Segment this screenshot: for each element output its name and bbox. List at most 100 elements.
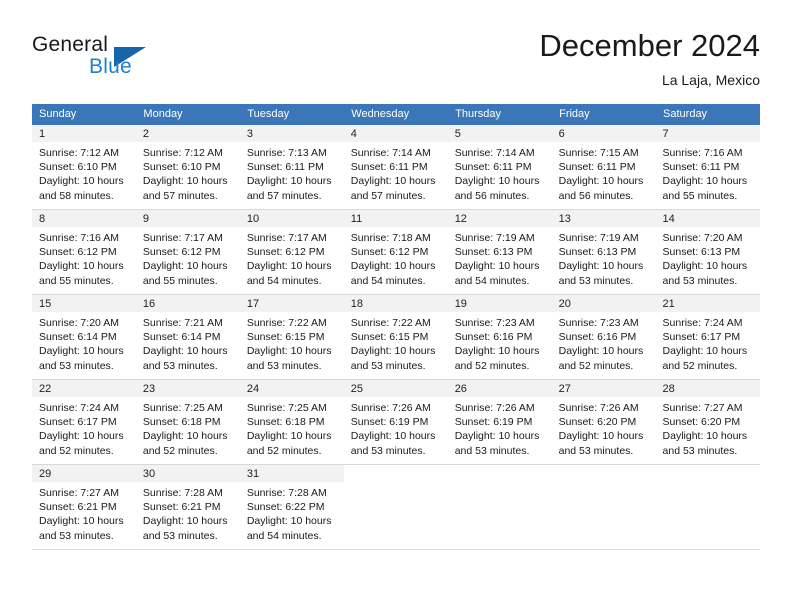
day-cell[interactable]: 25 Sunrise: 7:26 AM Sunset: 6:19 PM Dayligh… <box>343 379 448 465</box>
sunrise-text: Sunrise: 7:25 AM <box>246 402 327 414</box>
day-cell[interactable]: 26 Sunrise: 7:26 AM Sunset: 6:19 PM Dayligh… <box>447 379 552 465</box>
sunset-text: Sunset: 6:13 PM <box>558 246 637 259</box>
sunrise-text: Sunrise: 7:19 AM <box>454 232 535 244</box>
daylight-text-line1: Daylight: 10 hours <box>246 430 332 443</box>
daylight-text-line2: and 52 minutes. <box>662 359 738 372</box>
day-cell[interactable]: 7 Sunrise: 7:16 AM Sunset: 6:11 PM Daylight… <box>655 125 760 210</box>
day-cell[interactable]: 14 Sunrise: 7:20 AM Sunset: 6:13 PM Dayligh… <box>655 209 760 295</box>
day-cell[interactable]: 4 Sunrise: 7:14 AM Sunset: 6:11 PM Daylight… <box>343 125 448 210</box>
daylight-text-line2: and 53 minutes. <box>246 359 322 372</box>
daylight-text-line2: and 53 minutes. <box>454 444 530 457</box>
daylight-text-line1: Daylight: 10 hours <box>558 260 644 273</box>
day-number <box>655 465 760 482</box>
day-cell[interactable]: 9 Sunrise: 7:17 AM Sunset: 6:12 PM Daylight… <box>135 209 240 295</box>
day-cell-empty <box>343 464 448 550</box>
daylight-text-line1: Daylight: 10 hours <box>39 260 124 273</box>
day-cell[interactable]: 10 Sunrise: 7:17 AM Sunset: 6:12 PM Dayligh… <box>239 209 344 295</box>
daylight-text-line1: Daylight: 10 hours <box>454 430 540 443</box>
day-number: 18 <box>343 295 448 312</box>
weekday-header-tuesday: Tuesday <box>239 104 345 125</box>
day-cell[interactable]: 22 Sunrise: 7:24 AM Sunset: 6:17 PM Dayligh… <box>32 379 136 465</box>
day-number: 30 <box>135 465 240 482</box>
sunset-text: Sunset: 6:15 PM <box>350 331 429 344</box>
sunset-text: Sunset: 6:10 PM <box>142 161 221 174</box>
day-cell[interactable]: 27 Sunrise: 7:26 AM Sunset: 6:20 PM Dayligh… <box>551 379 656 465</box>
day-cell-empty <box>655 464 760 550</box>
weekday-header-monday: Monday <box>135 104 241 125</box>
daylight-text-line2: and 53 minutes. <box>39 529 114 542</box>
sunset-text: Sunset: 6:17 PM <box>39 416 117 429</box>
day-cell[interactable]: 2 Sunrise: 7:12 AM Sunset: 6:10 PM Daylight… <box>135 125 240 210</box>
day-number: 7 <box>655 125 760 142</box>
sunset-text: Sunset: 6:11 PM <box>246 161 324 174</box>
daylight-text-line1: Daylight: 10 hours <box>350 175 436 188</box>
sunset-text: Sunset: 6:21 PM <box>39 501 117 514</box>
daylight-text-line1: Daylight: 10 hours <box>350 260 436 273</box>
day-cell[interactable]: 19 Sunrise: 7:23 AM Sunset: 6:16 PM Dayligh… <box>447 294 552 380</box>
brand-logo[interactable]: General Blue <box>32 33 232 93</box>
day-cell[interactable]: 20 Sunrise: 7:23 AM Sunset: 6:16 PM Dayligh… <box>551 294 656 380</box>
day-cell[interactable]: 1 Sunrise: 7:12 AM Sunset: 6:10 PM Daylight… <box>32 125 136 210</box>
day-cell[interactable]: 13 Sunrise: 7:19 AM Sunset: 6:13 PM Dayligh… <box>551 209 656 295</box>
daylight-text-line2: and 55 minutes. <box>662 189 738 202</box>
daylight-text-line1: Daylight: 10 hours <box>662 345 748 358</box>
sunrise-text: Sunrise: 7:24 AM <box>39 402 119 414</box>
sunset-text: Sunset: 6:19 PM <box>350 416 429 429</box>
day-cell[interactable]: 24 Sunrise: 7:25 AM Sunset: 6:18 PM Dayligh… <box>239 379 344 465</box>
day-cell[interactable]: 8 Sunrise: 7:16 AM Sunset: 6:12 PM Daylight… <box>32 209 136 295</box>
daylight-text-line1: Daylight: 10 hours <box>246 515 332 528</box>
day-cell[interactable]: 28 Sunrise: 7:27 AM Sunset: 6:20 PM Dayligh… <box>655 379 760 465</box>
daylight-text-line1: Daylight: 10 hours <box>662 260 748 273</box>
day-cell[interactable]: 12 Sunrise: 7:19 AM Sunset: 6:13 PM Dayligh… <box>447 209 552 295</box>
weekday-header-friday: Friday <box>551 104 657 125</box>
sunrise-text: Sunrise: 7:12 AM <box>142 147 223 159</box>
sunrise-text: Sunrise: 7:13 AM <box>246 147 327 159</box>
day-cell[interactable]: 18 Sunrise: 7:22 AM Sunset: 6:15 PM Dayligh… <box>343 294 448 380</box>
sunrise-text: Sunrise: 7:15 AM <box>558 147 639 159</box>
day-cell[interactable]: 17 Sunrise: 7:22 AM Sunset: 6:15 PM Dayligh… <box>239 294 344 380</box>
day-number: 12 <box>447 210 552 227</box>
sunset-text: Sunset: 6:11 PM <box>662 161 740 174</box>
calendar-week-row: 22 Sunrise: 7:24 AM Sunset: 6:17 PM Dayligh… <box>32 379 760 465</box>
calendar-grid: Sunday Monday Tuesday Wednesday Thursday… <box>32 104 760 550</box>
daylight-text-line1: Daylight: 10 hours <box>662 175 748 188</box>
sunrise-text: Sunrise: 7:20 AM <box>662 232 743 244</box>
day-number: 19 <box>447 295 552 312</box>
day-cell[interactable]: 31 Sunrise: 7:28 AM Sunset: 6:22 PM Dayligh… <box>239 464 344 550</box>
daylight-text-line2: and 53 minutes. <box>39 359 114 372</box>
day-cell[interactable]: 6 Sunrise: 7:15 AM Sunset: 6:11 PM Daylight… <box>551 125 656 210</box>
sunset-text: Sunset: 6:15 PM <box>246 331 325 344</box>
sunset-text: Sunset: 6:13 PM <box>662 246 741 259</box>
sunrise-text: Sunrise: 7:16 AM <box>39 232 119 244</box>
daylight-text-line1: Daylight: 10 hours <box>39 175 124 188</box>
day-cell[interactable]: 23 Sunrise: 7:25 AM Sunset: 6:18 PM Dayligh… <box>135 379 240 465</box>
daylight-text-line2: and 54 minutes. <box>246 529 322 542</box>
day-cell[interactable]: 29 Sunrise: 7:27 AM Sunset: 6:21 PM Dayligh… <box>32 464 136 550</box>
day-cell[interactable]: 3 Sunrise: 7:13 AM Sunset: 6:11 PM Daylight… <box>239 125 344 210</box>
daylight-text-line1: Daylight: 10 hours <box>142 175 228 188</box>
day-number: 4 <box>343 125 448 142</box>
day-cell[interactable]: 21 Sunrise: 7:24 AM Sunset: 6:17 PM Dayligh… <box>655 294 760 380</box>
daylight-text-line2: and 55 minutes. <box>39 274 114 287</box>
sunset-text: Sunset: 6:12 PM <box>142 246 221 259</box>
sunrise-text: Sunrise: 7:27 AM <box>39 487 119 499</box>
day-cell[interactable]: 11 Sunrise: 7:18 AM Sunset: 6:12 PM Dayligh… <box>343 209 448 295</box>
day-cell[interactable]: 5 Sunrise: 7:14 AM Sunset: 6:11 PM Daylight… <box>447 125 552 210</box>
sunrise-text: Sunrise: 7:28 AM <box>142 487 223 499</box>
day-cell[interactable]: 30 Sunrise: 7:28 AM Sunset: 6:21 PM Dayligh… <box>135 464 240 550</box>
daylight-text-line1: Daylight: 10 hours <box>454 345 540 358</box>
daylight-text-line1: Daylight: 10 hours <box>558 345 644 358</box>
sunrise-text: Sunrise: 7:19 AM <box>558 232 639 244</box>
day-cell[interactable]: 16 Sunrise: 7:21 AM Sunset: 6:14 PM Dayligh… <box>135 294 240 380</box>
location-subtitle: La Laja, Mexico <box>661 72 760 88</box>
day-number: 16 <box>135 295 240 312</box>
daylight-text-line2: and 55 minutes. <box>142 274 218 287</box>
weekday-header-wednesday: Wednesday <box>343 104 449 125</box>
day-number: 17 <box>239 295 344 312</box>
day-cell[interactable]: 15 Sunrise: 7:20 AM Sunset: 6:14 PM Dayligh… <box>32 294 136 380</box>
daylight-text-line2: and 52 minutes. <box>558 359 634 372</box>
sunset-text: Sunset: 6:10 PM <box>39 161 117 174</box>
daylight-text-line1: Daylight: 10 hours <box>246 260 332 273</box>
daylight-text-line1: Daylight: 10 hours <box>39 430 124 443</box>
day-number <box>551 465 656 482</box>
